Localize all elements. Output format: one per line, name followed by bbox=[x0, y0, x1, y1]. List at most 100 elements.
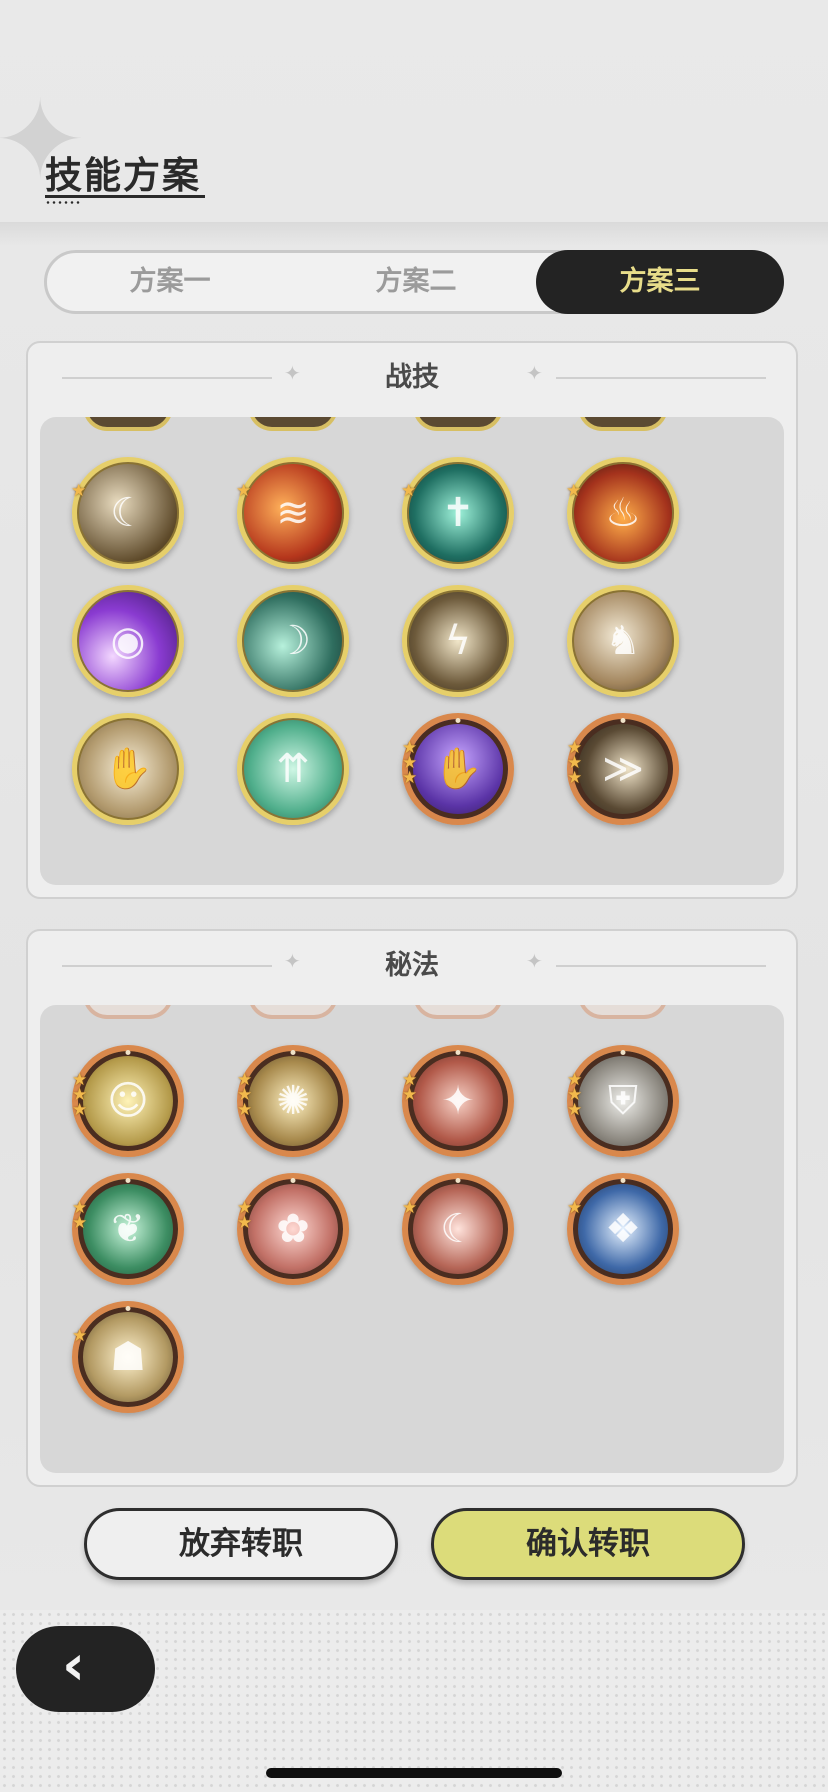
star-rating: ★ ★ bbox=[237, 1200, 257, 1233]
shadow-claw-icon[interactable]: ✋ ★ ★ ★ bbox=[402, 713, 514, 825]
confirm-button[interactable]: 确认转职 bbox=[431, 1508, 745, 1580]
star-icon: ★ bbox=[72, 1326, 88, 1346]
fire-slash-icon[interactable]: ≋ ★ bbox=[236, 457, 349, 569]
flame-icon[interactable]: ♨ ★ bbox=[566, 457, 679, 569]
skill-emblem-icon: ☗ bbox=[110, 1334, 146, 1380]
star-rating: ★ bbox=[72, 1326, 92, 1346]
palm-strike-icon[interactable]: ✋ bbox=[72, 713, 184, 825]
frame-ornament bbox=[290, 1178, 296, 1183]
frame-ornament bbox=[620, 1178, 626, 1183]
golden-vortex-icon[interactable]: ✺ ★ ★ ★ bbox=[237, 1045, 349, 1157]
frame-ornament bbox=[290, 1050, 296, 1055]
star-rating: ★ bbox=[402, 1198, 422, 1218]
radiant-figure-icon[interactable]: ☺ ★ ★ ★ bbox=[72, 1045, 184, 1157]
panel-header: ✦ 战技 ✦ bbox=[28, 343, 796, 413]
skill-emblem-icon: ⛨ bbox=[608, 1078, 638, 1124]
skill-emblem-icon: ☾ bbox=[440, 1206, 476, 1252]
back-button[interactable]: ‹ bbox=[16, 1626, 155, 1712]
tab-plan-2[interactable]: 方案二 bbox=[293, 253, 539, 311]
green-leaf-icon[interactable]: ❦ ★ ★ bbox=[72, 1173, 184, 1285]
whirl-slash-icon[interactable]: ≫ ★ ★ ★ bbox=[567, 713, 679, 825]
star-rating: ★ ★ bbox=[402, 1072, 422, 1105]
star-rating: ★ bbox=[71, 483, 91, 500]
skill-emblem-icon: ✝ bbox=[441, 490, 475, 536]
star-icon: ★ bbox=[402, 1198, 418, 1218]
pink-bloom-icon[interactable]: ✿ ★ ★ bbox=[237, 1173, 349, 1285]
skill-emblem-icon: ☽ bbox=[275, 618, 311, 664]
shield-figure-icon[interactable]: ⛨ ★ ★ ★ bbox=[567, 1045, 679, 1157]
skill-emblem-icon: ☺ bbox=[107, 1078, 149, 1124]
blue-crystal-icon[interactable]: ❖ ★ bbox=[567, 1173, 679, 1285]
star-rating: ★ bbox=[566, 481, 586, 501]
partially-hidden-skill-icon bbox=[413, 1005, 503, 1019]
star-rating: ★ ★ ★ bbox=[402, 740, 422, 788]
combat-skills-panel: ✦ 战技 ✦ ☾ ★ ≋ ★ ✝ ★ ♨ ★ ◉ ☽ ϟ ♞ ✋ ⇈ ✋ ★ ★ ★ ≫ ★ ★ ★ bbox=[26, 341, 798, 899]
star-icon: ★ bbox=[237, 1213, 253, 1233]
arcane-skills-panel: ✦ 秘法 ✦ ☺ ★ ★ ★ ✺ ★ ★ ★ ✦ ★ ★ ⛨ ★ ★ ★ ❦ ★ ★ ✿ ★ ★ ☾ ★ ❖ ★ ☗ ★ bbox=[26, 929, 798, 1487]
combat-skill-grid[interactable]: ☾ ★ ≋ ★ ✝ ★ ♨ ★ ◉ ☽ ϟ ♞ ✋ ⇈ ✋ ★ ★ ★ ≫ ★ ★ ★ bbox=[40, 417, 784, 885]
tab-plan-3[interactable]: 方案三 bbox=[536, 250, 784, 314]
star-icon: ★ bbox=[567, 1198, 583, 1218]
green-crescent-icon[interactable]: ☽ bbox=[237, 585, 349, 697]
star-icon: ★ bbox=[402, 1085, 418, 1105]
skill-emblem-icon: ✿ bbox=[276, 1206, 310, 1252]
sparkle-icon: ✦ bbox=[526, 949, 543, 973]
skill-emblem-icon: ♨ bbox=[605, 490, 641, 536]
guardian-figure-icon[interactable]: ☗ ★ bbox=[72, 1301, 184, 1413]
star-icon: ★ bbox=[566, 481, 582, 501]
skill-emblem-icon: ◉ bbox=[110, 618, 146, 664]
star-rating: ★ ★ ★ bbox=[237, 1072, 257, 1120]
frame-ornament bbox=[125, 1050, 131, 1055]
sparkle-icon: ✦ bbox=[526, 361, 543, 385]
frame-ornament bbox=[620, 1050, 626, 1055]
crimson-strike-icon[interactable]: ✦ ★ ★ bbox=[402, 1045, 514, 1157]
title-dots bbox=[45, 201, 81, 204]
arcane-skill-grid[interactable]: ☺ ★ ★ ★ ✺ ★ ★ ★ ✦ ★ ★ ⛨ ★ ★ ★ ❦ ★ ★ ✿ ★ ★ ☾ ★ ❖ ★ ☗ ★ bbox=[40, 1005, 784, 1473]
star-icon: ★ bbox=[237, 1100, 253, 1120]
crescent-slash-icon[interactable]: ☾ ★ bbox=[402, 1173, 514, 1285]
charge-beast-icon[interactable]: ♞ bbox=[567, 585, 679, 697]
skill-emblem-icon: ⇈ bbox=[276, 746, 310, 792]
sword-burst-icon[interactable]: ✝ ★ bbox=[401, 457, 514, 569]
star-rating: ★ bbox=[567, 1198, 587, 1218]
green-arrows-icon[interactable]: ⇈ bbox=[237, 713, 349, 825]
star-icon: ★ bbox=[236, 481, 252, 501]
section-title: 战技 bbox=[385, 362, 439, 393]
tab-plan-1[interactable]: 方案一 bbox=[47, 253, 293, 311]
frame-ornament bbox=[455, 718, 461, 723]
partially-hidden-skill-icon bbox=[248, 1005, 338, 1019]
star-rating: ★ ★ ★ bbox=[72, 1072, 92, 1119]
chevron-left-icon: ‹ bbox=[62, 1633, 86, 1698]
partially-hidden-skill-icon bbox=[578, 1005, 668, 1019]
divider-line bbox=[556, 965, 766, 967]
skill-emblem-icon: ☾ bbox=[110, 490, 146, 536]
star-icon: ★ bbox=[72, 1213, 88, 1233]
partially-hidden-skill-icon bbox=[413, 417, 503, 431]
lightning-slash-icon[interactable]: ϟ bbox=[402, 585, 514, 697]
skill-emblem-icon: ♞ bbox=[605, 618, 641, 664]
partially-hidden-skill-icon bbox=[578, 417, 668, 431]
star-icon: ★ bbox=[567, 1100, 583, 1120]
page-title: 技能方案 bbox=[45, 154, 201, 197]
frame-ornament bbox=[620, 718, 626, 723]
frame-ornament bbox=[455, 1050, 461, 1055]
skill-emblem-icon: ≫ bbox=[602, 746, 644, 792]
star-rating: ★ ★ ★ bbox=[567, 1072, 587, 1120]
skill-emblem-icon: ❦ bbox=[111, 1206, 145, 1252]
home-indicator[interactable] bbox=[266, 1768, 562, 1778]
slash-claw-icon[interactable]: ☾ ★ bbox=[71, 457, 184, 569]
partially-hidden-skill-icon bbox=[83, 1005, 173, 1019]
title-underline bbox=[45, 195, 205, 198]
purple-orb-icon[interactable]: ◉ bbox=[72, 585, 184, 697]
star-rating: ★ ★ ★ bbox=[567, 740, 587, 787]
star-rating: ★ bbox=[236, 481, 256, 501]
section-title: 秘法 bbox=[385, 950, 439, 981]
abandon-button[interactable]: 放弃转职 bbox=[84, 1508, 398, 1580]
star-icon: ★ bbox=[402, 768, 418, 788]
frame-ornament bbox=[125, 1178, 131, 1183]
skill-emblem-icon: ❖ bbox=[605, 1206, 641, 1252]
skill-emblem-icon: ✋ bbox=[103, 746, 153, 792]
skill-emblem-icon: ✦ bbox=[441, 1078, 475, 1124]
header-divider bbox=[0, 222, 828, 246]
star-icon: ★ bbox=[401, 481, 417, 501]
